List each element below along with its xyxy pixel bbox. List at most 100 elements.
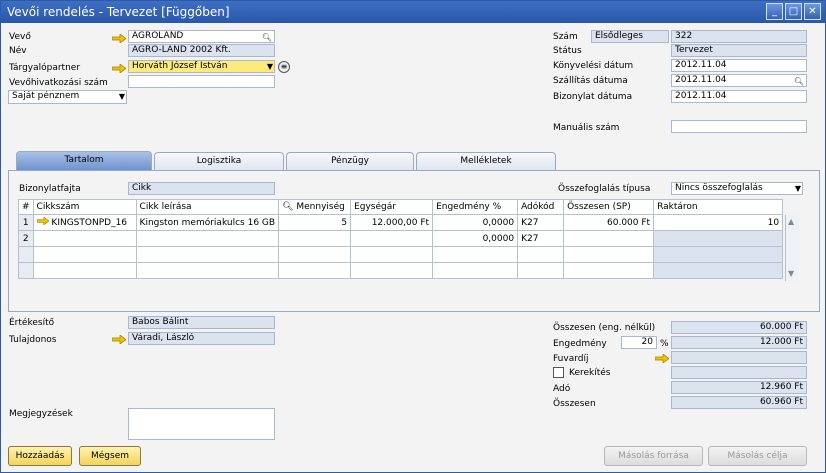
cell-empty[interactable] xyxy=(32,246,137,263)
fuvardij-value[interactable] xyxy=(671,351,807,364)
maximize-icon[interactable]: □ xyxy=(785,3,802,20)
megjegyzes-textarea[interactable] xyxy=(128,408,275,440)
tab-penzugy[interactable]: Pénzügy xyxy=(286,152,414,170)
grid-scrollbar[interactable]: ▲ ▼ xyxy=(785,215,799,281)
arrow-right-icon[interactable] xyxy=(112,34,126,43)
currency-select[interactable]: Saját pénznem ▼ xyxy=(8,90,127,104)
col-header[interactable]: Egységár xyxy=(350,199,434,215)
col-header[interactable]: Cikk leírása xyxy=(135,199,280,215)
cell-empty[interactable] xyxy=(653,246,784,263)
tab-mellekletek[interactable]: Mellékletek xyxy=(416,152,556,170)
scroll-down-icon[interactable]: ▼ xyxy=(788,269,794,278)
arrow-right-icon[interactable] xyxy=(112,64,126,73)
col-header[interactable]: Cikkszám xyxy=(32,199,137,215)
kerekites-value[interactable] xyxy=(671,366,807,379)
cell-empty[interactable] xyxy=(563,246,655,263)
cell-egysegar[interactable] xyxy=(350,230,434,247)
cell-adokod[interactable]: K27 xyxy=(517,230,565,247)
bizfajta-label: Bizonylatfajta xyxy=(19,184,81,194)
cell-raktaron[interactable]: 10 xyxy=(653,214,784,231)
osszesen-label: Összesen xyxy=(553,399,596,409)
add-button[interactable]: Hozzáadás xyxy=(8,446,72,466)
cell-leiras[interactable] xyxy=(135,230,280,247)
copy-from-button[interactable]: Másolás forrása xyxy=(604,446,703,466)
row-number[interactable] xyxy=(18,246,34,263)
cell-empty[interactable] xyxy=(135,262,280,279)
szall-input[interactable]: 2012.11.04 🔍︎ xyxy=(671,74,807,87)
cell-osszesen[interactable]: 60.000 Ft xyxy=(563,214,655,231)
cell-egysegar[interactable]: 12.000,00 Ft xyxy=(350,214,434,231)
nev-field[interactable]: AGRO-LAND 2002 Kft. xyxy=(128,44,275,57)
ado-value[interactable]: 12.960 Ft xyxy=(671,381,807,394)
cell-osszesen[interactable] xyxy=(563,230,655,247)
cell-cikkszam[interactable] xyxy=(32,230,137,247)
cell-empty[interactable] xyxy=(350,262,434,279)
row-number[interactable]: 1 xyxy=(18,214,34,231)
osszefog-select[interactable]: Nincs összefoglalás ▼ xyxy=(671,182,803,195)
col-header[interactable]: Engedmény % xyxy=(432,199,519,215)
cell-cikkszam[interactable]: KINGSTONPD_16 xyxy=(32,214,137,231)
arrow-right-icon[interactable] xyxy=(36,216,50,226)
cell-adokod[interactable]: K27 xyxy=(517,214,565,231)
cell-engedmeny[interactable]: 0,0000 xyxy=(432,230,519,247)
magnifier-icon[interactable]: 🔍︎ xyxy=(794,76,804,86)
cell-empty[interactable] xyxy=(563,262,655,279)
cell-empty[interactable] xyxy=(135,246,280,263)
close-icon[interactable]: ✕ xyxy=(804,3,821,20)
hivatkozas-input[interactable] xyxy=(128,75,275,88)
copy-to-button[interactable]: Másolás célja xyxy=(708,446,807,466)
status-value[interactable]: Tervezet xyxy=(671,44,807,57)
row-number[interactable]: 2 xyxy=(18,230,34,247)
cell-mennyiseg[interactable] xyxy=(278,230,352,247)
engedmeny-label: Engedmény xyxy=(553,339,607,349)
szam-value[interactable]: 322 xyxy=(671,30,807,43)
col-header[interactable]: Raktáron xyxy=(653,199,784,215)
cancel-button[interactable]: Mégsem xyxy=(79,446,141,466)
targyalo-select[interactable]: Horváth József István ▼ xyxy=(128,60,275,73)
chevron-down-icon[interactable]: ▼ xyxy=(795,183,801,194)
magnifier-icon: 🔍︎ xyxy=(282,202,297,212)
cell-empty[interactable] xyxy=(517,262,565,279)
col-header[interactable]: 🔍︎ Mennyiség xyxy=(278,199,352,215)
cell-empty[interactable] xyxy=(32,262,137,279)
tab-tartalom[interactable]: Tartalom xyxy=(16,151,152,170)
cell-raktaron[interactable] xyxy=(653,230,784,247)
cell-leiras[interactable]: Kingston memóriakulcs 16 GB xyxy=(135,214,280,231)
bizfajta-select[interactable]: Cikk xyxy=(128,182,275,195)
manual-input[interactable] xyxy=(671,120,807,133)
col-header[interactable]: Összesen (SP) xyxy=(563,199,655,215)
tulajdonos-field[interactable]: Váradi, László xyxy=(128,332,275,345)
cell-engedmeny[interactable]: 0,0000 xyxy=(432,214,519,231)
magnifier-icon[interactable]: 🔍︎ xyxy=(262,32,272,42)
arrow-right-icon[interactable] xyxy=(655,354,669,363)
chevron-down-icon[interactable]: ▼ xyxy=(267,61,273,72)
osszesen-value[interactable]: 60.960 Ft xyxy=(671,396,807,409)
row-number[interactable] xyxy=(18,262,34,279)
cell-empty[interactable] xyxy=(432,262,519,279)
konyv-input[interactable]: 2012.11.04 xyxy=(671,59,807,72)
kerekites-checkbox[interactable] xyxy=(553,367,564,378)
cell-empty[interactable] xyxy=(653,262,784,279)
bizdat-input[interactable]: 2012.11.04 xyxy=(671,90,807,103)
arrow-right-icon[interactable] xyxy=(112,335,126,344)
szall-value: 2012.11.04 xyxy=(675,75,727,85)
vevo-field[interactable]: AGROLAND 🔍︎ xyxy=(128,30,275,43)
cell-empty[interactable] xyxy=(432,246,519,263)
col-header[interactable]: Adókód xyxy=(517,199,565,215)
ertekesito-select[interactable]: Babos Bálint xyxy=(128,316,275,329)
szam-series-select[interactable]: Elsődleges xyxy=(591,30,669,43)
osszesen-eng-value[interactable]: 60.000 Ft xyxy=(671,321,807,334)
cell-empty[interactable] xyxy=(517,246,565,263)
chevron-down-icon[interactable]: ▼ xyxy=(119,91,125,102)
tab-logisztika[interactable]: Logisztika xyxy=(154,152,284,170)
cell-mennyiseg[interactable]: 5 xyxy=(278,214,352,231)
contact-list-icon[interactable]: ≡ xyxy=(278,61,290,73)
scroll-up-icon[interactable]: ▲ xyxy=(788,217,794,226)
cell-empty[interactable] xyxy=(350,246,434,263)
minimize-icon[interactable]: _ xyxy=(766,3,783,20)
col-header[interactable]: # xyxy=(18,199,34,215)
engedmeny-pct-input[interactable]: 20 xyxy=(621,336,657,349)
engedmeny-value[interactable]: 12.000 Ft xyxy=(671,336,807,349)
cell-empty[interactable] xyxy=(278,246,352,263)
cell-empty[interactable] xyxy=(278,262,352,279)
